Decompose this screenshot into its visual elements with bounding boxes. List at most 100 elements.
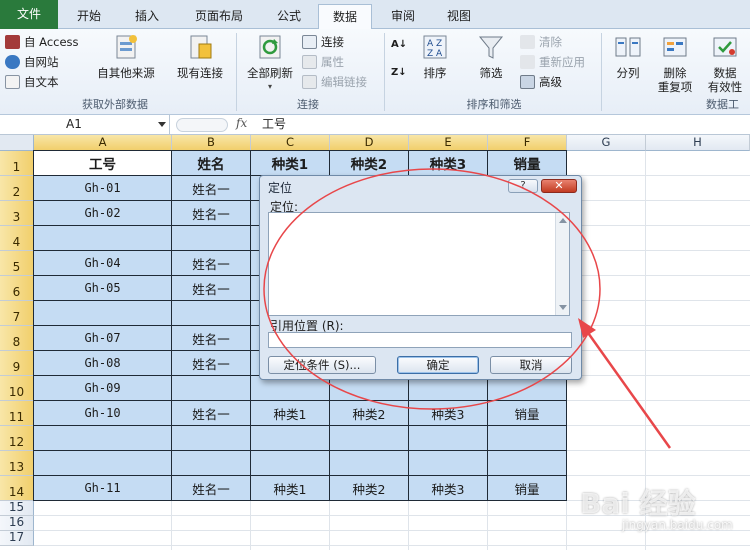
close-button[interactable]: ✕ <box>541 179 577 193</box>
column-header[interactable]: C <box>251 135 330 151</box>
tab-insert[interactable]: 插入 <box>120 4 174 29</box>
table-cell[interactable]: Gh-01 <box>34 176 172 201</box>
from-web-button[interactable]: 自网站 <box>5 54 59 70</box>
column-header[interactable]: B <box>172 135 251 151</box>
table-cell[interactable]: 种类2 <box>330 476 409 501</box>
from-text-button[interactable]: 自文本 <box>5 74 59 90</box>
table-cell[interactable] <box>34 426 172 451</box>
table-cell[interactable]: 姓名一 <box>172 326 251 351</box>
tab-home[interactable]: 开始 <box>62 4 116 29</box>
row-header[interactable]: 1 <box>0 151 34 176</box>
vertical-scrollbar[interactable] <box>555 213 569 315</box>
tab-view[interactable]: 视图 <box>432 4 486 29</box>
table-cell[interactable]: 姓名 <box>172 151 251 176</box>
table-cell[interactable] <box>172 376 251 401</box>
table-cell[interactable] <box>172 451 251 476</box>
tab-data[interactable]: 数据 <box>318 4 372 30</box>
table-cell[interactable]: Gh-04 <box>34 251 172 276</box>
table-cell[interactable]: 销量 <box>488 151 567 176</box>
table-cell[interactable]: Gh-09 <box>34 376 172 401</box>
table-cell[interactable]: 姓名一 <box>172 351 251 376</box>
row-header[interactable]: 6 <box>0 276 34 301</box>
table-cell[interactable]: 姓名一 <box>172 201 251 226</box>
tab-page-layout[interactable]: 页面布局 <box>178 4 260 29</box>
table-cell[interactable]: 种类3 <box>409 151 488 176</box>
table-cell[interactable] <box>251 451 330 476</box>
table-cell[interactable]: 姓名一 <box>172 176 251 201</box>
sort-ascending-button[interactable]: A↓ <box>391 39 407 50</box>
table-cell[interactable] <box>172 426 251 451</box>
scroll-up-icon[interactable] <box>559 218 567 223</box>
goto-list[interactable] <box>268 212 570 316</box>
sort-button[interactable]: A Z Z A 排序 <box>414 32 456 80</box>
table-cell[interactable]: 销量 <box>488 476 567 501</box>
remove-duplicates-button[interactable]: 删除 重复项 <box>652 32 698 94</box>
table-cell[interactable] <box>172 301 251 326</box>
connections-button[interactable]: 连接 <box>302 34 344 50</box>
row-header[interactable]: 12 <box>0 426 34 451</box>
reapply-button[interactable]: 重新应用 <box>520 54 585 70</box>
table-cell[interactable]: 姓名一 <box>172 276 251 301</box>
row-header[interactable]: 2 <box>0 176 34 201</box>
row-header[interactable]: 7 <box>0 301 34 326</box>
table-cell[interactable]: 姓名一 <box>172 476 251 501</box>
row-header[interactable]: 10 <box>0 376 34 401</box>
table-cell[interactable] <box>34 301 172 326</box>
row-header[interactable]: 13 <box>0 451 34 476</box>
column-header[interactable]: F <box>488 135 567 151</box>
properties-button[interactable]: 属性 <box>302 54 344 70</box>
refresh-all-button[interactable]: 全部刷新 ▾ <box>240 32 300 94</box>
table-cell[interactable]: Gh-05 <box>34 276 172 301</box>
table-cell[interactable] <box>172 226 251 251</box>
row-header[interactable]: 16 <box>0 515 34 531</box>
table-cell[interactable] <box>34 451 172 476</box>
edit-links-button[interactable]: 编辑链接 <box>302 74 367 90</box>
select-all-corner[interactable] <box>0 135 34 151</box>
row-header[interactable]: 8 <box>0 326 34 351</box>
reference-input[interactable] <box>268 332 572 348</box>
row-header[interactable]: 4 <box>0 226 34 251</box>
table-cell[interactable]: 种类3 <box>409 476 488 501</box>
existing-connections-button[interactable]: 现有连接 <box>168 32 232 80</box>
text-to-columns-button[interactable]: 分列 <box>606 32 650 80</box>
insert-function-icon[interactable]: fx <box>236 116 247 130</box>
table-cell[interactable]: Gh-08 <box>34 351 172 376</box>
table-cell[interactable] <box>34 226 172 251</box>
table-cell[interactable]: 种类1 <box>251 476 330 501</box>
row-header[interactable]: 14 <box>0 476 34 501</box>
scroll-down-icon[interactable] <box>559 305 567 310</box>
column-header[interactable]: H <box>646 135 750 151</box>
table-cell[interactable]: 姓名一 <box>172 401 251 426</box>
chevron-down-icon[interactable] <box>158 122 166 127</box>
table-cell[interactable]: 种类1 <box>251 151 330 176</box>
row-header[interactable]: 11 <box>0 401 34 426</box>
cancel-button[interactable]: 取消 <box>490 356 572 374</box>
tab-file[interactable]: 文件 <box>0 0 58 29</box>
table-cell[interactable] <box>488 451 567 476</box>
advanced-filter-button[interactable]: 高级 <box>520 74 562 90</box>
table-cell[interactable] <box>409 426 488 451</box>
row-header[interactable]: 17 <box>0 530 34 546</box>
help-button[interactable]: ? <box>508 179 538 193</box>
table-cell[interactable]: 种类2 <box>330 401 409 426</box>
table-cell[interactable]: 种类2 <box>330 151 409 176</box>
goto-special-button[interactable]: 定位条件 (S)... <box>268 356 376 374</box>
table-cell[interactable] <box>488 426 567 451</box>
table-cell[interactable]: Gh-02 <box>34 201 172 226</box>
column-header[interactable]: A <box>34 135 172 151</box>
column-header[interactable]: E <box>409 135 488 151</box>
row-header[interactable]: 15 <box>0 500 34 516</box>
clear-filter-button[interactable]: 清除 <box>520 34 562 50</box>
column-header[interactable]: G <box>567 135 646 151</box>
column-header[interactable]: D <box>330 135 409 151</box>
table-cell[interactable]: Gh-10 <box>34 401 172 426</box>
formula-bar-handle[interactable] <box>176 118 228 132</box>
table-cell[interactable]: 种类1 <box>251 401 330 426</box>
table-cell[interactable]: 种类3 <box>409 401 488 426</box>
tab-formulas[interactable]: 公式 <box>262 4 316 29</box>
row-header[interactable]: 5 <box>0 251 34 276</box>
from-access-button[interactable]: 自 Access <box>5 34 79 50</box>
table-cell[interactable]: Gh-07 <box>34 326 172 351</box>
row-header[interactable]: 9 <box>0 351 34 376</box>
sort-descending-button[interactable]: Z↓ <box>391 67 407 78</box>
